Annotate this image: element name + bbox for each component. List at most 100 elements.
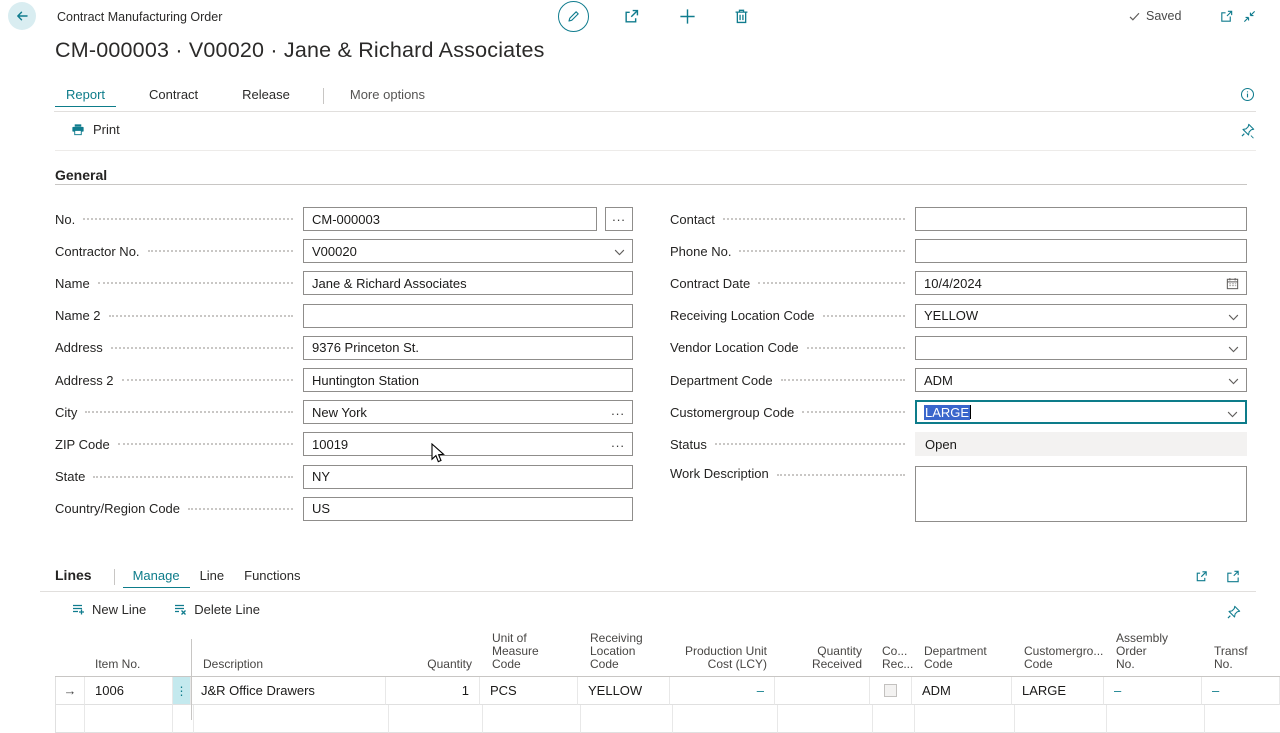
tab-report[interactable]: Report: [55, 87, 116, 107]
field-row-contact: Contact: [670, 203, 1247, 235]
name2-input[interactable]: [303, 304, 633, 328]
col-header-unit-of-measure[interactable]: Unit ofMeasure Code: [482, 632, 580, 676]
city-input[interactable]: New York ...: [303, 400, 633, 424]
share-icon: [1193, 569, 1210, 584]
share-button[interactable]: [622, 7, 641, 26]
col-header-completely-received[interactable]: Co...Rec...: [872, 645, 914, 676]
row-selector-arrow: →: [55, 677, 85, 705]
col-header-transfer-no[interactable]: TransfNo.: [1204, 645, 1280, 676]
customergroup-code-input[interactable]: LARGE: [915, 400, 1247, 424]
more-options-button[interactable]: More options: [346, 87, 429, 102]
chevron-down-icon[interactable]: [1228, 378, 1239, 385]
lookup-ellipsis-button[interactable]: ...: [611, 435, 625, 450]
tab-line[interactable]: Line: [190, 567, 235, 587]
delete-line-label: Delete Line: [194, 602, 260, 617]
zip-code-input[interactable]: 10019 ...: [303, 432, 633, 456]
cell-completely-received[interactable]: [870, 677, 912, 705]
no-input[interactable]: CM-000003: [303, 207, 597, 231]
tab-functions[interactable]: Functions: [234, 567, 310, 587]
field-label: Country/Region Code: [55, 501, 180, 516]
info-icon[interactable]: [1240, 87, 1255, 102]
new-button[interactable]: [678, 7, 697, 26]
row-kebab-menu[interactable]: ⋮: [173, 677, 191, 705]
work-description-textarea[interactable]: [915, 466, 1247, 522]
field-row-contract-date: Contract Date 10/4/2024: [670, 267, 1247, 299]
chevron-down-icon[interactable]: [614, 249, 625, 256]
share-lines-button[interactable]: [1193, 569, 1210, 584]
cell-department-code[interactable]: ADM: [912, 677, 1012, 705]
calendar-icon[interactable]: [1225, 276, 1240, 291]
edit-button[interactable]: [558, 1, 589, 32]
back-button[interactable]: [8, 2, 36, 30]
col-header-item-no[interactable]: Item No.: [85, 658, 173, 676]
col-header-department-code[interactable]: DepartmentCode: [914, 645, 1014, 676]
cell-unit-of-measure[interactable]: PCS: [480, 677, 578, 705]
check-icon: [1128, 10, 1141, 23]
col-header-quantity[interactable]: Quantity: [388, 658, 482, 676]
col-header-production-unit-cost[interactable]: Production UnitCost (LCY): [672, 645, 777, 676]
city-value: New York: [312, 405, 367, 420]
lookup-ellipsis-button[interactable]: ...: [611, 403, 625, 418]
chevron-down-icon[interactable]: [1228, 314, 1239, 321]
col-header-customergroup-code[interactable]: Customergro...Code: [1014, 645, 1106, 676]
cell-quantity-received[interactable]: [775, 677, 870, 705]
cell-description[interactable]: J&R Office Drawers: [191, 677, 386, 705]
general-fields: No. CM-000003 ... Contractor No. V00020 …: [55, 203, 1247, 525]
chevron-down-icon[interactable]: [1227, 411, 1238, 418]
field-row-status: Status Open: [670, 428, 1247, 460]
pin-icon[interactable]: [1225, 604, 1242, 621]
cell-receiving-location[interactable]: YELLOW: [578, 677, 670, 705]
dotted-leader: [715, 443, 905, 445]
phone-no-input[interactable]: [915, 239, 1247, 263]
department-code-input[interactable]: ADM: [915, 368, 1247, 392]
field-row-phone: Phone No.: [670, 235, 1247, 267]
address2-input[interactable]: Huntington Station: [303, 368, 633, 392]
cell-item-no[interactable]: 1006: [85, 677, 173, 705]
col-header-receiving-location[interactable]: ReceivingLocation Code: [580, 632, 672, 676]
name-input[interactable]: Jane & Richard Associates: [303, 271, 633, 295]
tab-manage[interactable]: Manage: [123, 567, 190, 588]
col-header-description[interactable]: Description: [193, 658, 388, 676]
tab-contract[interactable]: Contract: [138, 87, 209, 106]
field-row-receiving-location: Receiving Location Code YELLOW: [670, 300, 1247, 332]
chevron-down-icon[interactable]: [1228, 346, 1239, 353]
popout-icon: [1219, 9, 1234, 24]
field-label: Address 2: [55, 373, 114, 388]
country-region-input[interactable]: US: [303, 497, 633, 521]
open-in-new-window-button[interactable]: [1219, 9, 1234, 24]
print-button[interactable]: Print: [70, 122, 120, 137]
dotted-leader: [109, 315, 293, 317]
delete-button[interactable]: [732, 7, 751, 26]
customergroup-code-selected-text: LARGE: [924, 405, 970, 420]
tab-release[interactable]: Release: [231, 87, 301, 106]
address-input[interactable]: 9376 Princeton St.: [303, 336, 633, 360]
table-row[interactable]: → 1006 ⋮ J&R Office Drawers 1 PCS YELLOW…: [55, 677, 1280, 705]
cell-customergroup-code[interactable]: LARGE: [1012, 677, 1104, 705]
assist-edit-button[interactable]: ...: [605, 207, 633, 231]
focus-mode-button[interactable]: [1225, 569, 1242, 584]
cell-transfer-no[interactable]: –: [1202, 677, 1280, 705]
cell-assembly-order-no[interactable]: –: [1104, 677, 1202, 705]
field-label: City: [55, 405, 77, 420]
delete-line-button[interactable]: Delete Line: [172, 601, 260, 617]
collapse-button[interactable]: [1242, 9, 1257, 24]
field-row-vendor-location: Vendor Location Code: [670, 332, 1247, 364]
dotted-leader: [781, 379, 905, 381]
contract-date-input[interactable]: 10/4/2024: [915, 271, 1247, 295]
field-label: Department Code: [670, 373, 773, 388]
vendor-location-input[interactable]: [915, 336, 1247, 360]
receiving-location-input[interactable]: YELLOW: [915, 304, 1247, 328]
cell-quantity[interactable]: 1: [386, 677, 480, 705]
dotted-leader: [93, 476, 293, 478]
new-line-button[interactable]: New Line: [70, 601, 146, 617]
table-empty-row[interactable]: [55, 705, 1280, 733]
dotted-leader: [188, 508, 293, 510]
state-input[interactable]: NY: [303, 465, 633, 489]
cell-production-unit-cost[interactable]: –: [670, 677, 775, 705]
col-header-assembly-order-no[interactable]: Assembly OrderNo.: [1106, 632, 1204, 676]
field-label: Contractor No.: [55, 244, 140, 259]
pin-icon[interactable]: [1239, 122, 1256, 139]
contact-input[interactable]: [915, 207, 1247, 231]
col-header-quantity-received[interactable]: QuantityReceived: [777, 645, 872, 676]
contractor-no-input[interactable]: V00020: [303, 239, 633, 263]
